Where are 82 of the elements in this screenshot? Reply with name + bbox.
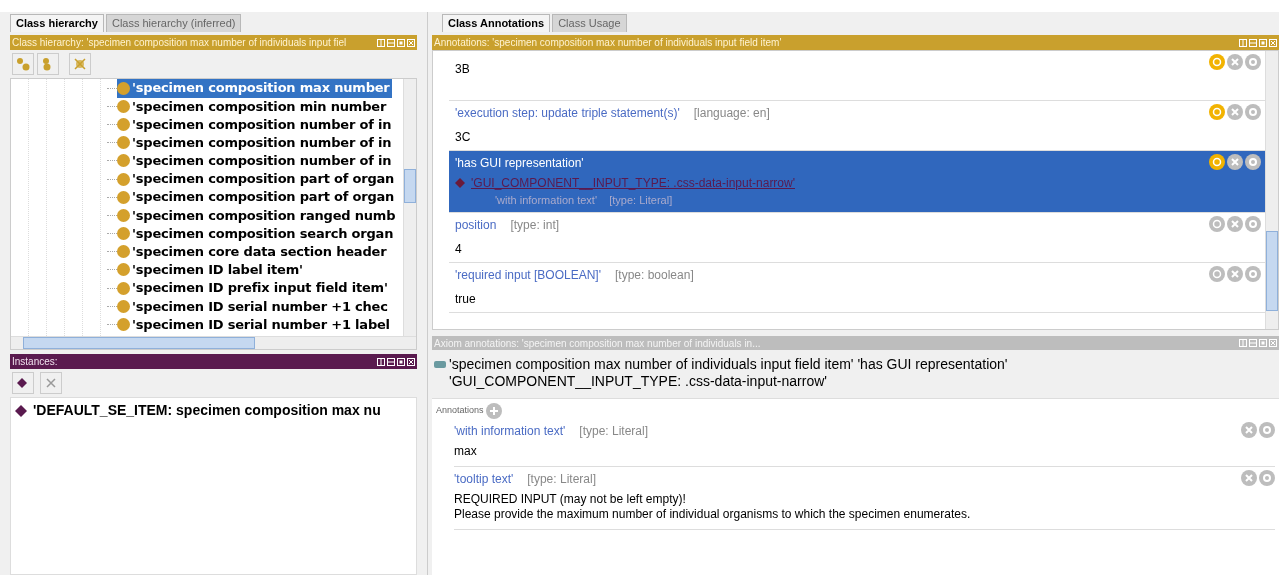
tab[interactable]: Class Annotations bbox=[442, 14, 551, 32]
vertical-scrollbar[interactable] bbox=[1265, 51, 1278, 329]
tree-item[interactable]: 'specimen composition search organ bbox=[117, 223, 396, 244]
property-name: position bbox=[455, 216, 497, 234]
tree-item[interactable]: 'specimen composition ranged numb bbox=[117, 205, 398, 226]
add-icon[interactable] bbox=[485, 403, 502, 419]
class-dot-icon bbox=[117, 227, 130, 241]
tree-item[interactable]: 'specimen ID label item' bbox=[117, 260, 305, 280]
property-type: [language: en] bbox=[693, 105, 770, 122]
class-dot-icon bbox=[117, 263, 130, 277]
class-dot-icon bbox=[117, 318, 130, 332]
ring-icon[interactable] bbox=[1245, 154, 1261, 170]
tree-item[interactable]: 'specimen composition part of organ bbox=[117, 169, 397, 189]
class-dot-icon bbox=[117, 245, 130, 259]
tree-item[interactable]: 'specimen ID serial number +1 label bbox=[117, 314, 392, 335]
class-dot-icon bbox=[117, 281, 130, 295]
property-type: [type: Literal] bbox=[579, 423, 648, 440]
property-name: 'execution step: update triple statement(s)' bbox=[455, 105, 680, 122]
annotation-value: max bbox=[454, 444, 478, 459]
panel-control-icon[interactable] bbox=[377, 357, 385, 366]
diamond-icon bbox=[455, 178, 465, 188]
nested-annotation: 'with information text' [type: Literal] bbox=[494, 193, 674, 208]
property-type: [type: Literal] bbox=[527, 471, 596, 488]
property-name: 'has GUI representation' bbox=[455, 155, 584, 172]
class-dot-icon bbox=[117, 81, 130, 95]
tree-item[interactable]: 'specimen composition part of organ bbox=[117, 187, 397, 207]
panel-control-icon[interactable] bbox=[407, 357, 415, 366]
diamond-icon bbox=[16, 376, 30, 390]
class-dot-icon bbox=[117, 136, 130, 150]
annotation-icon[interactable] bbox=[1209, 265, 1225, 282]
annotation-icon[interactable] bbox=[1209, 215, 1225, 232]
tree-item[interactable]: 'specimen composition number of in bbox=[117, 132, 394, 153]
property-name: 'with information text' bbox=[454, 423, 566, 440]
panel-title: Annotations: 'specimen composition max number of individuals input field item' bbox=[434, 36, 782, 50]
close-icon[interactable] bbox=[1227, 154, 1243, 170]
property-name: 'required input [BOOLEAN]' bbox=[455, 266, 601, 284]
tree-item[interactable]: 'specimen composition min number bbox=[117, 96, 389, 117]
tag-icon bbox=[434, 361, 446, 368]
class-dot-icon bbox=[117, 154, 130, 168]
class-dot-icon bbox=[117, 172, 130, 186]
cross-icon bbox=[44, 376, 58, 390]
panel-title: Class hierarchy: 'specimen composition max number of individuals input fiel bbox=[12, 36, 347, 50]
class-dot-icon bbox=[117, 99, 130, 113]
property-type: [type: boolean] bbox=[615, 266, 694, 284]
annotations-label: Annotations bbox=[436, 404, 484, 418]
axiom-text: 'specimen composition max number of individuals input field item' 'has GUI representation' 'GUI_COMPONENT__INPUT_TYPE: .css-data-input-narrow' bbox=[449, 356, 1008, 390]
tree-item[interactable]: 'specimen composition number of in bbox=[117, 114, 394, 135]
annotation-value: true bbox=[455, 290, 477, 308]
add-sibling-button[interactable] bbox=[37, 53, 59, 75]
tree-item[interactable]: 'specimen composition number of in bbox=[117, 151, 394, 171]
crossed-circle-icon bbox=[73, 57, 87, 71]
instance-item[interactable]: 'DEFAULT_SE_ITEM: specimen composition max nu bbox=[11, 400, 416, 421]
delete-instance-button[interactable] bbox=[40, 372, 62, 394]
panel-control-icon[interactable] bbox=[397, 357, 405, 366]
tree-item[interactable]: 'specimen composition max number bbox=[117, 79, 392, 98]
class-dot-icon bbox=[117, 299, 130, 313]
annotation-value: REQUIRED INPUT (may not be left empty)! Please provide the maximum number of individual organisms to which the specimen enumerates. bbox=[454, 492, 972, 522]
annotation-value: 3C bbox=[455, 129, 472, 146]
vertical-scrollbar[interactable] bbox=[403, 79, 416, 336]
panel-control-icon[interactable] bbox=[387, 357, 395, 366]
circles-icon bbox=[16, 57, 30, 71]
class-dot-icon bbox=[117, 208, 130, 222]
property-name: 'tooltip text' bbox=[454, 471, 514, 488]
add-subclass-button[interactable] bbox=[12, 53, 34, 75]
annotation-value: 4 bbox=[455, 240, 463, 258]
tree-item[interactable]: 'specimen core data section header bbox=[117, 242, 389, 262]
panel-title: Instances: bbox=[12, 355, 58, 369]
annotation-value: 3B bbox=[455, 61, 471, 78]
class-dot-icon bbox=[117, 190, 130, 204]
tab[interactable]: Class hierarchy bbox=[10, 14, 104, 32]
annotation-row[interactable]: 'has GUI representation' 'GUI_COMPONENT__INPUT_TYPE: .css-data-input-narrow' 'with information text' [type: Literal] bbox=[449, 151, 1265, 213]
horizontal-scrollbar[interactable] bbox=[11, 336, 416, 349]
tab[interactable]: Class Usage bbox=[552, 14, 627, 32]
tree-item[interactable]: 'specimen ID serial number +1 chec bbox=[117, 296, 390, 317]
tree-item[interactable]: 'specimen ID prefix input field item' bbox=[117, 278, 390, 298]
diamond-icon bbox=[15, 404, 27, 417]
class-dot-icon bbox=[117, 117, 130, 131]
delete-button[interactable] bbox=[69, 53, 91, 75]
annotation-active-icon[interactable] bbox=[1209, 154, 1225, 170]
tab[interactable]: Class hierarchy (inferred) bbox=[105, 14, 242, 32]
property-type: [type: int] bbox=[510, 216, 560, 234]
add-instance-button[interactable] bbox=[12, 372, 34, 394]
